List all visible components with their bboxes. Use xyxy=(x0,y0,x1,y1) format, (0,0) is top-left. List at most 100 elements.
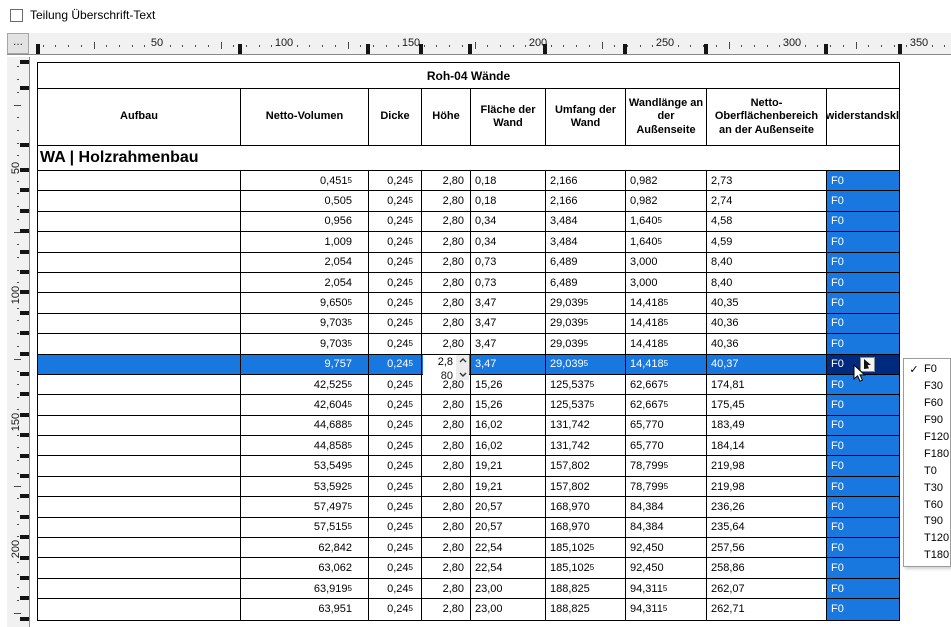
column-boundary-handle[interactable] xyxy=(419,44,423,54)
cell-netto-oberflaeche-aussenseite[interactable]: 40,35 xyxy=(707,293,827,312)
cell-dicke[interactable]: 0,245 xyxy=(369,355,422,374)
row-boundary-handle[interactable] xyxy=(20,250,29,254)
row-boundary-handle[interactable] xyxy=(20,209,29,213)
ruler-options-button[interactable]: ... xyxy=(7,33,29,54)
cell-feuerwiderstandsklasse[interactable]: F0 xyxy=(827,212,899,231)
cell-wandlaenge-aussenseite[interactable]: 94,3115 xyxy=(626,579,707,598)
spinner-up-button[interactable] xyxy=(459,358,467,363)
cell-dicke[interactable]: 0,245 xyxy=(369,334,422,353)
cell-netto-oberflaeche-aussenseite[interactable]: 235,64 xyxy=(707,518,827,537)
cell-hoehe[interactable]: 2,80 xyxy=(422,558,471,577)
row-boundary-handle[interactable] xyxy=(20,413,29,417)
cell-dicke[interactable]: 0,245 xyxy=(369,518,422,537)
cell-aufbau[interactable] xyxy=(38,477,241,496)
cell-flaeche-der-wand[interactable]: 0,34 xyxy=(471,212,546,231)
column-boundary-handle[interactable] xyxy=(704,44,708,54)
column-boundary-handle[interactable] xyxy=(36,44,40,54)
cell-flaeche-der-wand[interactable]: 22,54 xyxy=(471,558,546,577)
column-boundary-handle[interactable] xyxy=(898,44,902,54)
cell-feuerwiderstandsklasse[interactable]: F0 xyxy=(827,558,899,577)
cell-wandlaenge-aussenseite[interactable]: 94,3115 xyxy=(626,599,707,619)
cell-umfang-der-wand[interactable]: 157,802 xyxy=(546,477,626,496)
cell-feuerwiderstandsklasse[interactable]: F0 xyxy=(827,579,899,598)
cell-flaeche-der-wand[interactable]: 20,57 xyxy=(471,518,546,537)
cell-umfang-der-wand[interactable]: 131,742 xyxy=(546,436,626,455)
cell-hoehe[interactable]: 2,80 xyxy=(422,416,471,435)
cell-dicke[interactable]: 0,245 xyxy=(369,293,422,312)
cell-feuerwiderstandsklasse[interactable]: F0 xyxy=(827,599,899,619)
cell-feuerwiderstandsklasse[interactable]: F0 xyxy=(827,232,899,251)
cell-netto-oberflaeche-aussenseite[interactable]: 4,58 xyxy=(707,212,827,231)
cell-hoehe[interactable]: 2,80 xyxy=(422,436,471,455)
cell-flaeche-der-wand[interactable]: 0,34 xyxy=(471,232,546,251)
cell-hoehe[interactable]: 2,80 xyxy=(422,395,471,414)
cell-wandlaenge-aussenseite[interactable]: 78,7995 xyxy=(626,477,707,496)
row-boundary-handle[interactable] xyxy=(20,290,29,294)
row-boundary-handle[interactable] xyxy=(20,392,29,396)
row-boundary-handle[interactable] xyxy=(20,617,29,621)
cell-wandlaenge-aussenseite[interactable]: 78,7995 xyxy=(626,456,707,475)
cell-umfang-der-wand[interactable]: 29,0395 xyxy=(546,293,626,312)
cell-netto-volumen[interactable]: 9,7035 xyxy=(241,314,369,333)
row-boundary-handle[interactable] xyxy=(20,494,29,498)
row-boundary-handle[interactable] xyxy=(20,311,29,315)
cell-netto-oberflaeche-aussenseite[interactable]: 236,26 xyxy=(707,497,827,516)
cell-feuerwiderstandsklasse[interactable]: F0 xyxy=(827,518,899,537)
cell-umfang-der-wand[interactable]: 168,970 xyxy=(546,518,626,537)
cell-netto-oberflaeche-aussenseite[interactable]: 183,49 xyxy=(707,416,827,435)
cell-netto-oberflaeche-aussenseite[interactable]: 219,98 xyxy=(707,477,827,496)
cell-aufbau[interactable] xyxy=(38,558,241,577)
row-boundary-handle[interactable] xyxy=(20,188,29,192)
row-boundary-handle[interactable] xyxy=(20,515,29,519)
column-boundary-handle[interactable] xyxy=(824,44,828,54)
cell-umfang-der-wand[interactable]: 157,802 xyxy=(546,456,626,475)
cell-flaeche-der-wand[interactable]: 0,18 xyxy=(471,171,546,190)
cell-flaeche-der-wand[interactable]: 19,21 xyxy=(471,456,546,475)
fire-class-menu-item[interactable]: ✓F0 xyxy=(904,361,950,378)
cell-dicke[interactable]: 0,245 xyxy=(369,497,422,516)
cell-umfang-der-wand[interactable]: 188,825 xyxy=(546,599,626,619)
column-boundary-handle[interactable] xyxy=(468,44,472,54)
cell-netto-volumen[interactable]: 42,5255 xyxy=(241,375,369,394)
cell-netto-volumen[interactable]: 44,6885 xyxy=(241,416,369,435)
row-boundary-handle[interactable] xyxy=(20,229,29,233)
cell-flaeche-der-wand[interactable]: 22,54 xyxy=(471,538,546,557)
cell-hoehe[interactable]: 2,80 xyxy=(422,293,471,312)
cell-netto-oberflaeche-aussenseite[interactable]: 4,59 xyxy=(707,232,827,251)
cell-hoehe[interactable]: 2,80 xyxy=(422,253,471,272)
cell-netto-volumen[interactable]: 2,054 xyxy=(241,253,369,272)
row-boundary-handle[interactable] xyxy=(20,168,29,172)
row-boundary-handle[interactable] xyxy=(20,372,29,376)
column-header-wandlaenge-aussenseite[interactable]: Wandlänge an der Außenseite xyxy=(626,89,707,145)
cell-flaeche-der-wand[interactable]: 3,47 xyxy=(471,334,546,353)
cell-umfang-der-wand[interactable]: 125,5375 xyxy=(546,395,626,414)
cell-wandlaenge-aussenseite[interactable]: 1,6405 xyxy=(626,212,707,231)
cell-hoehe[interactable]: 2,80 xyxy=(422,456,471,475)
split-header-text-checkbox[interactable] xyxy=(10,9,23,22)
column-boundary-handle[interactable] xyxy=(623,44,627,54)
row-boundary-handle[interactable] xyxy=(20,596,29,600)
cell-netto-oberflaeche-aussenseite[interactable]: 184,14 xyxy=(707,436,827,455)
cell-flaeche-der-wand[interactable]: 15,26 xyxy=(471,375,546,394)
cell-flaeche-der-wand[interactable]: 0,73 xyxy=(471,273,546,292)
cell-aufbau[interactable] xyxy=(38,436,241,455)
cell-dicke[interactable]: 0,245 xyxy=(369,314,422,333)
row-boundary-handle[interactable] xyxy=(20,352,29,356)
cell-hoehe[interactable]: 2,80 xyxy=(422,212,471,231)
column-header-netto-volumen[interactable]: Netto-Volumen xyxy=(241,89,369,145)
cell-netto-volumen[interactable]: 63,062 xyxy=(241,558,369,577)
cell-hoehe[interactable]: 2,880 xyxy=(422,355,471,374)
cell-wandlaenge-aussenseite[interactable]: 14,4185 xyxy=(626,355,707,374)
cell-dicke[interactable]: 0,245 xyxy=(369,212,422,231)
fire-class-menu-item[interactable]: T180 xyxy=(904,547,950,564)
cell-aufbau[interactable] xyxy=(38,191,241,210)
cell-aufbau[interactable] xyxy=(38,538,241,557)
cell-netto-volumen[interactable]: 62,842 xyxy=(241,538,369,557)
column-boundary-handle[interactable] xyxy=(238,44,242,54)
cell-netto-oberflaeche-aussenseite[interactable]: 219,98 xyxy=(707,456,827,475)
cell-wandlaenge-aussenseite[interactable]: 84,384 xyxy=(626,497,707,516)
cell-netto-oberflaeche-aussenseite[interactable]: 40,37 xyxy=(707,355,827,374)
cell-dicke[interactable]: 0,245 xyxy=(369,477,422,496)
cell-aufbau[interactable] xyxy=(38,599,241,619)
row-boundary-handle[interactable] xyxy=(20,576,29,580)
